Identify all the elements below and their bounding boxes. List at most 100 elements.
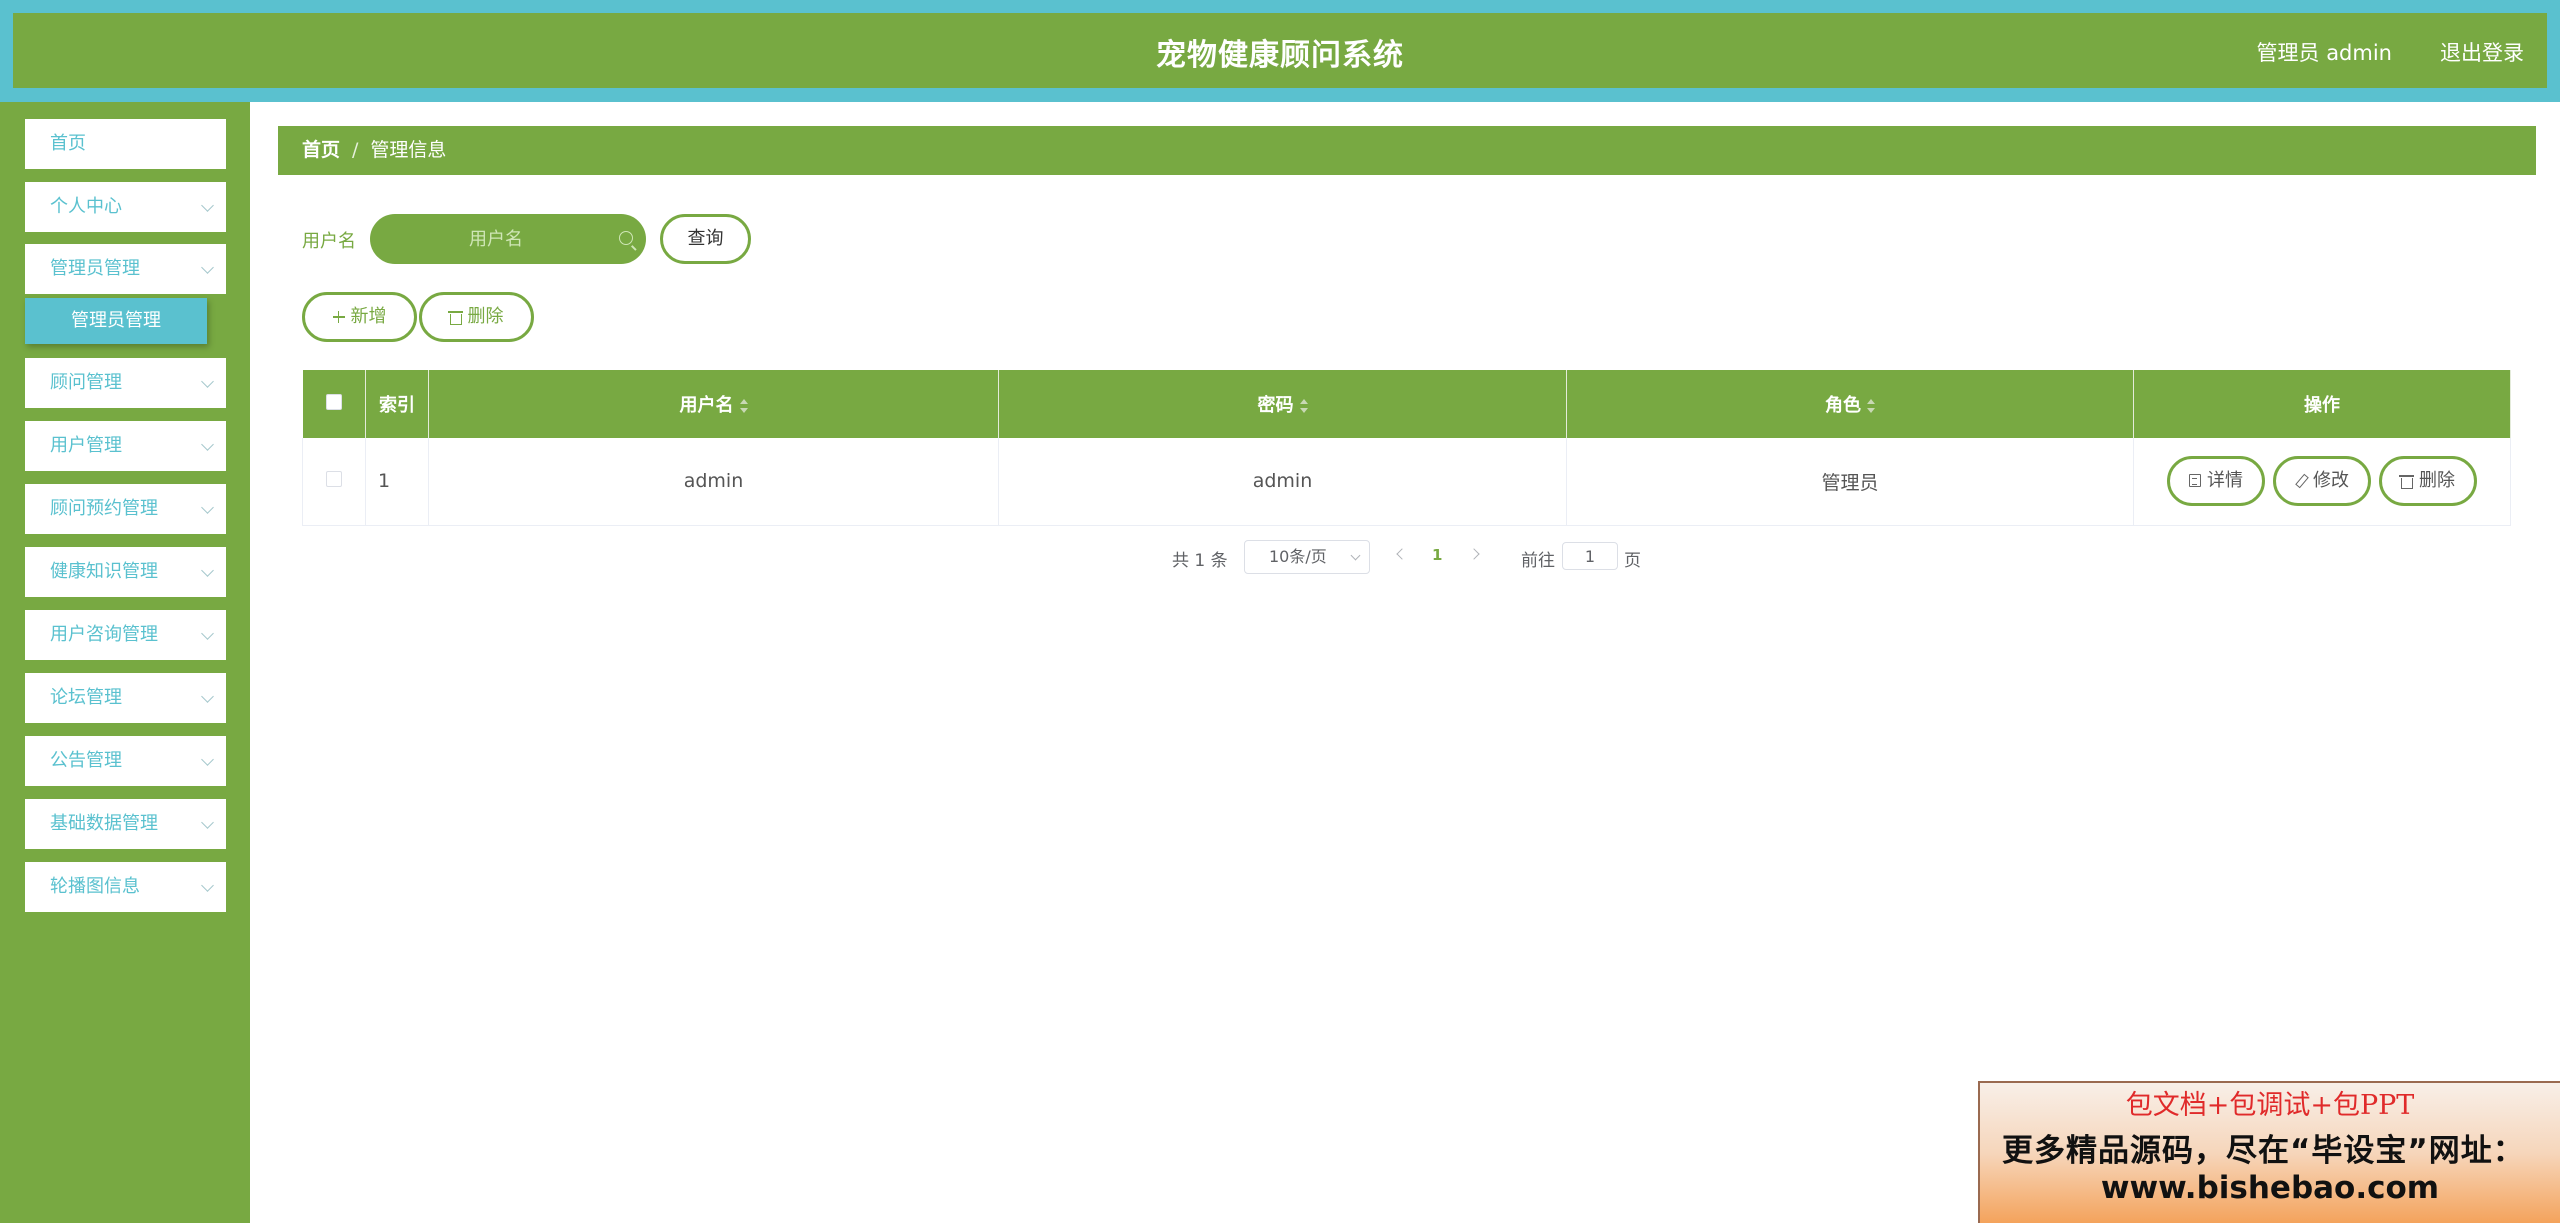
row-index: 1	[365, 438, 429, 526]
row-select-cell	[302, 438, 366, 526]
table-row: 1 admin admin 管理员 详情 修改 删除	[302, 438, 2511, 526]
row-username: admin	[428, 438, 999, 526]
column-header-label: 角色	[1825, 395, 1861, 416]
column-header-operations: 操作	[2133, 370, 2511, 438]
app-title: 宠物健康顾问系统	[1156, 38, 1404, 73]
sidebar-item-basic-data[interactable]: 基础数据管理	[25, 799, 226, 849]
page-suffix: 页	[1624, 551, 1641, 571]
trash-icon	[2399, 475, 2414, 490]
delete-label: 删除	[2419, 470, 2455, 492]
sidebar-item-label: 基础数据管理	[50, 813, 158, 834]
chevron-down-icon	[201, 261, 214, 274]
column-header-role[interactable]: 角色	[1566, 370, 2134, 438]
row-password: admin	[998, 438, 1567, 526]
sort-icon[interactable]	[739, 399, 748, 413]
add-button-label: 新增	[350, 306, 387, 327]
row-actions: 详情 修改 删除	[2133, 438, 2511, 526]
column-header-label: 密码	[1257, 395, 1294, 416]
sidebar-item-announcement-management[interactable]: 公告管理	[25, 736, 226, 786]
logout-link[interactable]: 退出登录	[2440, 37, 2524, 67]
prev-page-icon[interactable]	[1396, 548, 1408, 560]
chevron-down-icon	[201, 690, 214, 703]
chevron-down-icon	[201, 438, 214, 451]
chevron-down-icon	[201, 199, 214, 212]
search-icon	[619, 231, 633, 245]
sidebar-item-home[interactable]: 首页	[25, 119, 226, 169]
add-button[interactable]: 新增	[302, 292, 417, 342]
goto-page-input[interactable]	[1562, 542, 1618, 570]
sidebar-item-label: 用户管理	[50, 435, 122, 456]
admin-table: 索引 用户名 密码 角色 操作 1 admin admin 管理员 详情 修改 删除	[302, 370, 2511, 526]
column-header-index: 索引	[365, 370, 429, 438]
promo-line-1: 包文档+包调试+包PPT	[2125, 1090, 2415, 1121]
sidebar: 首页 个人中心 管理员管理 管理员管理 顾问管理 用户管理 顾问预约管理 健康知…	[0, 102, 250, 1223]
column-header-username[interactable]: 用户名	[428, 370, 999, 438]
current-user: 管理员 admin	[2256, 41, 2392, 65]
row-delete-button[interactable]: 删除	[2379, 456, 2477, 507]
trash-icon	[447, 311, 463, 325]
sidebar-item-health-knowledge[interactable]: 健康知识管理	[25, 547, 226, 597]
sort-icon[interactable]	[1867, 399, 1875, 413]
sidebar-item-consultant-management[interactable]: 顾问管理	[25, 358, 226, 408]
page-size-select[interactable]: 10条/页	[1244, 540, 1370, 574]
sidebar-item-label: 论坛管理	[50, 687, 122, 708]
goto-label: 前往	[1521, 551, 1555, 571]
sidebar-item-label: 首页	[50, 133, 86, 154]
sidebar-item-label: 顾问管理	[50, 372, 122, 393]
select-all-checkbox[interactable]	[325, 393, 342, 410]
sidebar-item-label: 公告管理	[50, 750, 122, 771]
header-bar: 宠物健康顾问系统 管理员 admin 退出登录	[13, 13, 2547, 88]
sidebar-item-user-consultation[interactable]: 用户咨询管理	[25, 610, 226, 660]
row-role: 管理员	[1566, 438, 2134, 526]
breadcrumb-current: 管理信息	[370, 139, 447, 161]
page-number[interactable]: 1	[1432, 546, 1442, 564]
sidebar-item-admin-management[interactable]: 管理员管理	[25, 244, 226, 294]
sidebar-item-label: 个人中心	[50, 196, 122, 217]
breadcrumb-separator: /	[352, 139, 359, 161]
breadcrumb: 首页 / 管理信息	[278, 126, 2536, 175]
sidebar-item-appointment-management[interactable]: 顾问预约管理	[25, 484, 226, 534]
chevron-down-icon	[201, 564, 214, 577]
top-header: 宠物健康顾问系统 管理员 admin 退出登录	[0, 0, 2560, 102]
page-size-value: 10条/页	[1269, 547, 1327, 566]
sidebar-item-user-management[interactable]: 用户管理	[25, 421, 226, 471]
select-all-header	[302, 370, 366, 438]
chevron-down-icon	[1350, 550, 1361, 561]
promo-line-2: 更多精品源码，尽在“毕设宝”网址：	[2002, 1133, 2525, 1169]
edit-label: 修改	[2313, 470, 2349, 492]
plus-icon	[332, 310, 345, 323]
breadcrumb-home[interactable]: 首页	[302, 139, 340, 161]
sidebar-item-forum-management[interactable]: 论坛管理	[25, 673, 226, 723]
sidebar-item-label: 健康知识管理	[50, 561, 158, 582]
query-button[interactable]: 查询	[660, 214, 751, 264]
detail-button[interactable]: 详情	[2167, 456, 2265, 507]
column-header-password[interactable]: 密码	[998, 370, 1567, 438]
username-search-input[interactable]	[370, 214, 646, 264]
column-header-label: 用户名	[679, 395, 734, 416]
batch-delete-button[interactable]: 删除	[419, 292, 534, 342]
edit-icon	[2295, 474, 2307, 487]
chevron-down-icon	[201, 879, 214, 892]
sidebar-item-label: 顾问预约管理	[50, 498, 158, 519]
sidebar-item-label: 管理员管理	[50, 258, 140, 279]
chevron-down-icon	[201, 501, 214, 514]
username-label: 用户名	[302, 231, 356, 252]
next-page-icon[interactable]	[1468, 548, 1480, 560]
delete-button-label: 删除	[467, 306, 504, 327]
row-checkbox[interactable]	[326, 471, 342, 488]
chevron-down-icon	[201, 753, 214, 766]
document-icon	[2189, 474, 2201, 488]
pagination-total: 共 1 条	[1172, 551, 1228, 571]
sidebar-item-label: 用户咨询管理	[50, 624, 158, 645]
sidebar-item-personal-center[interactable]: 个人中心	[25, 182, 226, 232]
chevron-down-icon	[201, 627, 214, 640]
detail-label: 详情	[2207, 470, 2243, 492]
username-search	[370, 214, 646, 264]
submenu-item-admin-management[interactable]: 管理员管理	[25, 298, 207, 344]
promo-banner[interactable]: 包文档+包调试+包PPT 更多精品源码，尽在“毕设宝”网址： www.bishe…	[1978, 1081, 2560, 1223]
sidebar-item-carousel[interactable]: 轮播图信息	[25, 862, 226, 912]
edit-button[interactable]: 修改	[2273, 456, 2371, 507]
sidebar-item-label: 轮播图信息	[50, 876, 140, 897]
sort-icon[interactable]	[1299, 399, 1308, 413]
chevron-down-icon	[201, 816, 214, 829]
